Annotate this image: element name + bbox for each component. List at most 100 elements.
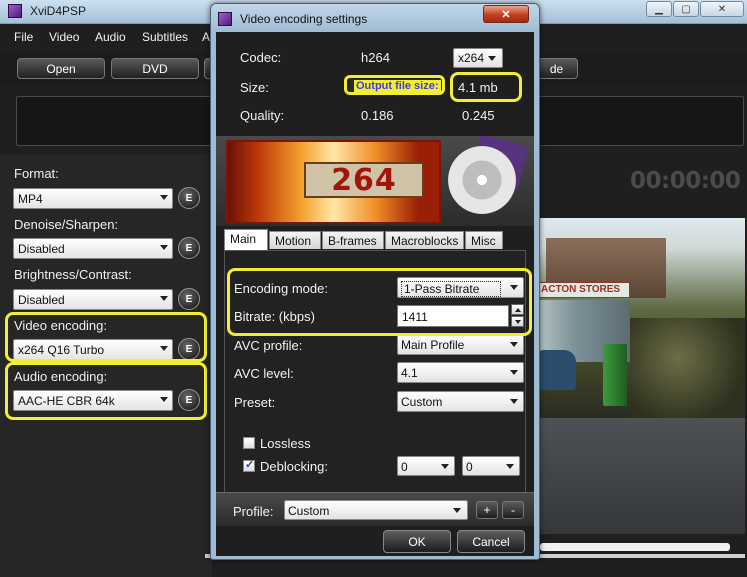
chevron-down-icon [510, 399, 518, 404]
output-file-size-label: Output file size: [354, 80, 441, 92]
codec-select-value: x264 [458, 51, 485, 65]
main-window-title: XviD4PSP [30, 4, 87, 18]
chevron-down-icon [160, 195, 168, 200]
encoding-mode-select[interactable]: 1-Pass Bitrate [397, 277, 524, 298]
format-select-value: MP4 [18, 192, 43, 206]
cancel-button[interactable]: Cancel [457, 530, 525, 553]
denoise-label: Denoise/Sharpen: [14, 217, 119, 232]
arrow-up-icon [514, 307, 521, 312]
preset-select[interactable]: Custom [397, 391, 524, 412]
avc-level-select[interactable]: 4.1 [397, 362, 524, 383]
profile-select[interactable]: Custom [284, 500, 468, 520]
preview-sign-text: ACTON STORES [541, 284, 621, 295]
size-value: 4.1 mb [458, 80, 498, 95]
tab-macroblocks[interactable]: Macroblocks [385, 231, 464, 249]
video-encoding-dialog: Video encoding settings ✕ Codec: h264 x2… [210, 3, 540, 560]
chevron-down-icon [160, 397, 168, 402]
open-button[interactable]: Open [17, 58, 105, 79]
preset-label: Preset: [234, 395, 276, 410]
preview-car [536, 350, 576, 390]
maximize-button[interactable]: ▢ [673, 1, 699, 17]
dialog-body: Codec: h264 x264 Size: Output file size:… [216, 32, 534, 556]
bitrate-decrease-button[interactable] [511, 316, 524, 327]
quality-value-2: 0.245 [462, 108, 495, 123]
lossless-checkbox[interactable] [243, 437, 255, 449]
codec-row: Codec: h264 x264 [216, 48, 534, 68]
preset-value: Custom [401, 395, 443, 409]
avc-profile-label: AVC profile: [234, 338, 303, 353]
video-encoding-select-value: x264 Q16 Turbo [18, 343, 105, 357]
dialog-titlebar: Video encoding settings ✕ [211, 4, 539, 32]
minimize-button[interactable]: ▁ [646, 1, 672, 17]
tab-misc[interactable]: Misc [465, 231, 503, 249]
menu-partial[interactable]: A [202, 30, 210, 44]
deblocking-threshold-value: 0 [466, 460, 473, 474]
tab-motion[interactable]: Motion [269, 231, 321, 249]
encoding-mode-label: Encoding mode: [234, 281, 328, 296]
menu-subtitles[interactable]: Subtitles [142, 30, 188, 44]
video-encoding-edit-button[interactable]: E [178, 338, 200, 360]
ok-button[interactable]: OK [383, 530, 451, 553]
denoise-select-value: Disabled [18, 242, 65, 256]
avc-level-value: 4.1 [401, 366, 418, 380]
chevron-down-icon [453, 508, 461, 513]
toolbar-button-right[interactable]: de [535, 58, 578, 79]
film-reel-icon [448, 146, 516, 214]
close-icon: ✕ [717, 3, 727, 15]
format-select[interactable]: MP4 [13, 188, 173, 209]
audio-encoding-edit-button[interactable]: E [178, 389, 200, 411]
format-edit-button[interactable]: E [178, 187, 200, 209]
menu-audio[interactable]: Audio [95, 30, 126, 44]
arrow-down-icon [514, 319, 521, 324]
brightness-edit-button[interactable]: E [178, 288, 200, 310]
deblocking-threshold-select[interactable]: 0 [462, 456, 520, 476]
audio-encoding-select-value: AAC-HE CBR 64k [18, 394, 115, 408]
dialog-title: Video encoding settings [240, 12, 368, 26]
audio-encoding-label: Audio encoding: [14, 369, 108, 384]
chevron-down-icon [441, 464, 449, 469]
deblocking-strength-select[interactable]: 0 [397, 456, 455, 476]
video-encoding-select[interactable]: x264 Q16 Turbo [13, 339, 173, 360]
close-button[interactable]: ✕ [700, 1, 744, 17]
bitrate-label: Bitrate: (kbps) [234, 309, 315, 324]
denoise-select[interactable]: Disabled [13, 238, 173, 259]
quality-row: Quality: 0.186 0.245 [216, 106, 534, 126]
brightness-select-value: Disabled [18, 293, 65, 307]
avc-profile-value: Main Profile [401, 338, 465, 352]
avc-profile-select[interactable]: Main Profile [397, 334, 524, 355]
chevron-down-icon [488, 56, 496, 61]
format-label: Format: [14, 166, 59, 181]
brightness-select[interactable]: Disabled [13, 289, 173, 310]
deblocking-checkbox[interactable] [243, 458, 255, 472]
remove-profile-button[interactable]: - [502, 501, 524, 519]
quality-value-1: 0.186 [361, 108, 394, 123]
codec-select[interactable]: x264 [453, 48, 503, 68]
chevron-down-icon [506, 464, 514, 469]
bitrate-increase-button[interactable] [511, 304, 524, 315]
chevron-down-icon [510, 370, 518, 375]
tab-b-frames[interactable]: B-frames [322, 231, 384, 249]
seek-slider[interactable] [540, 543, 730, 551]
bitrate-input[interactable]: 1411 [397, 305, 509, 327]
avc-level-label: AVC level: [234, 366, 294, 381]
denoise-edit-button[interactable]: E [178, 237, 200, 259]
settings-tabs: Main Motion B-frames Macroblocks Misc [224, 229, 524, 250]
minimize-icon: ▁ [655, 3, 663, 15]
tab-main[interactable]: Main [224, 229, 268, 250]
dialog-close-button[interactable]: ✕ [483, 5, 529, 23]
preview-road [536, 418, 745, 534]
chevron-down-icon [160, 245, 168, 250]
menu-video[interactable]: Video [49, 30, 79, 44]
lossless-label: Lossless [260, 436, 311, 451]
add-profile-button[interactable]: + [476, 501, 498, 519]
x264-banner: 264 [216, 136, 534, 226]
video-encoding-label: Video encoding: [14, 318, 108, 333]
audio-encoding-select[interactable]: AAC-HE CBR 64k [13, 390, 173, 411]
menu-file[interactable]: File [14, 30, 33, 44]
chevron-down-icon [510, 342, 518, 347]
size-row: Size: Output file size: 4.1 mb [216, 78, 534, 98]
video-preview: ACTON STORES [536, 218, 745, 534]
preview-tree [630, 318, 745, 418]
banner-264-text: 264 [304, 162, 424, 198]
dvd-button[interactable]: DVD [111, 58, 199, 79]
